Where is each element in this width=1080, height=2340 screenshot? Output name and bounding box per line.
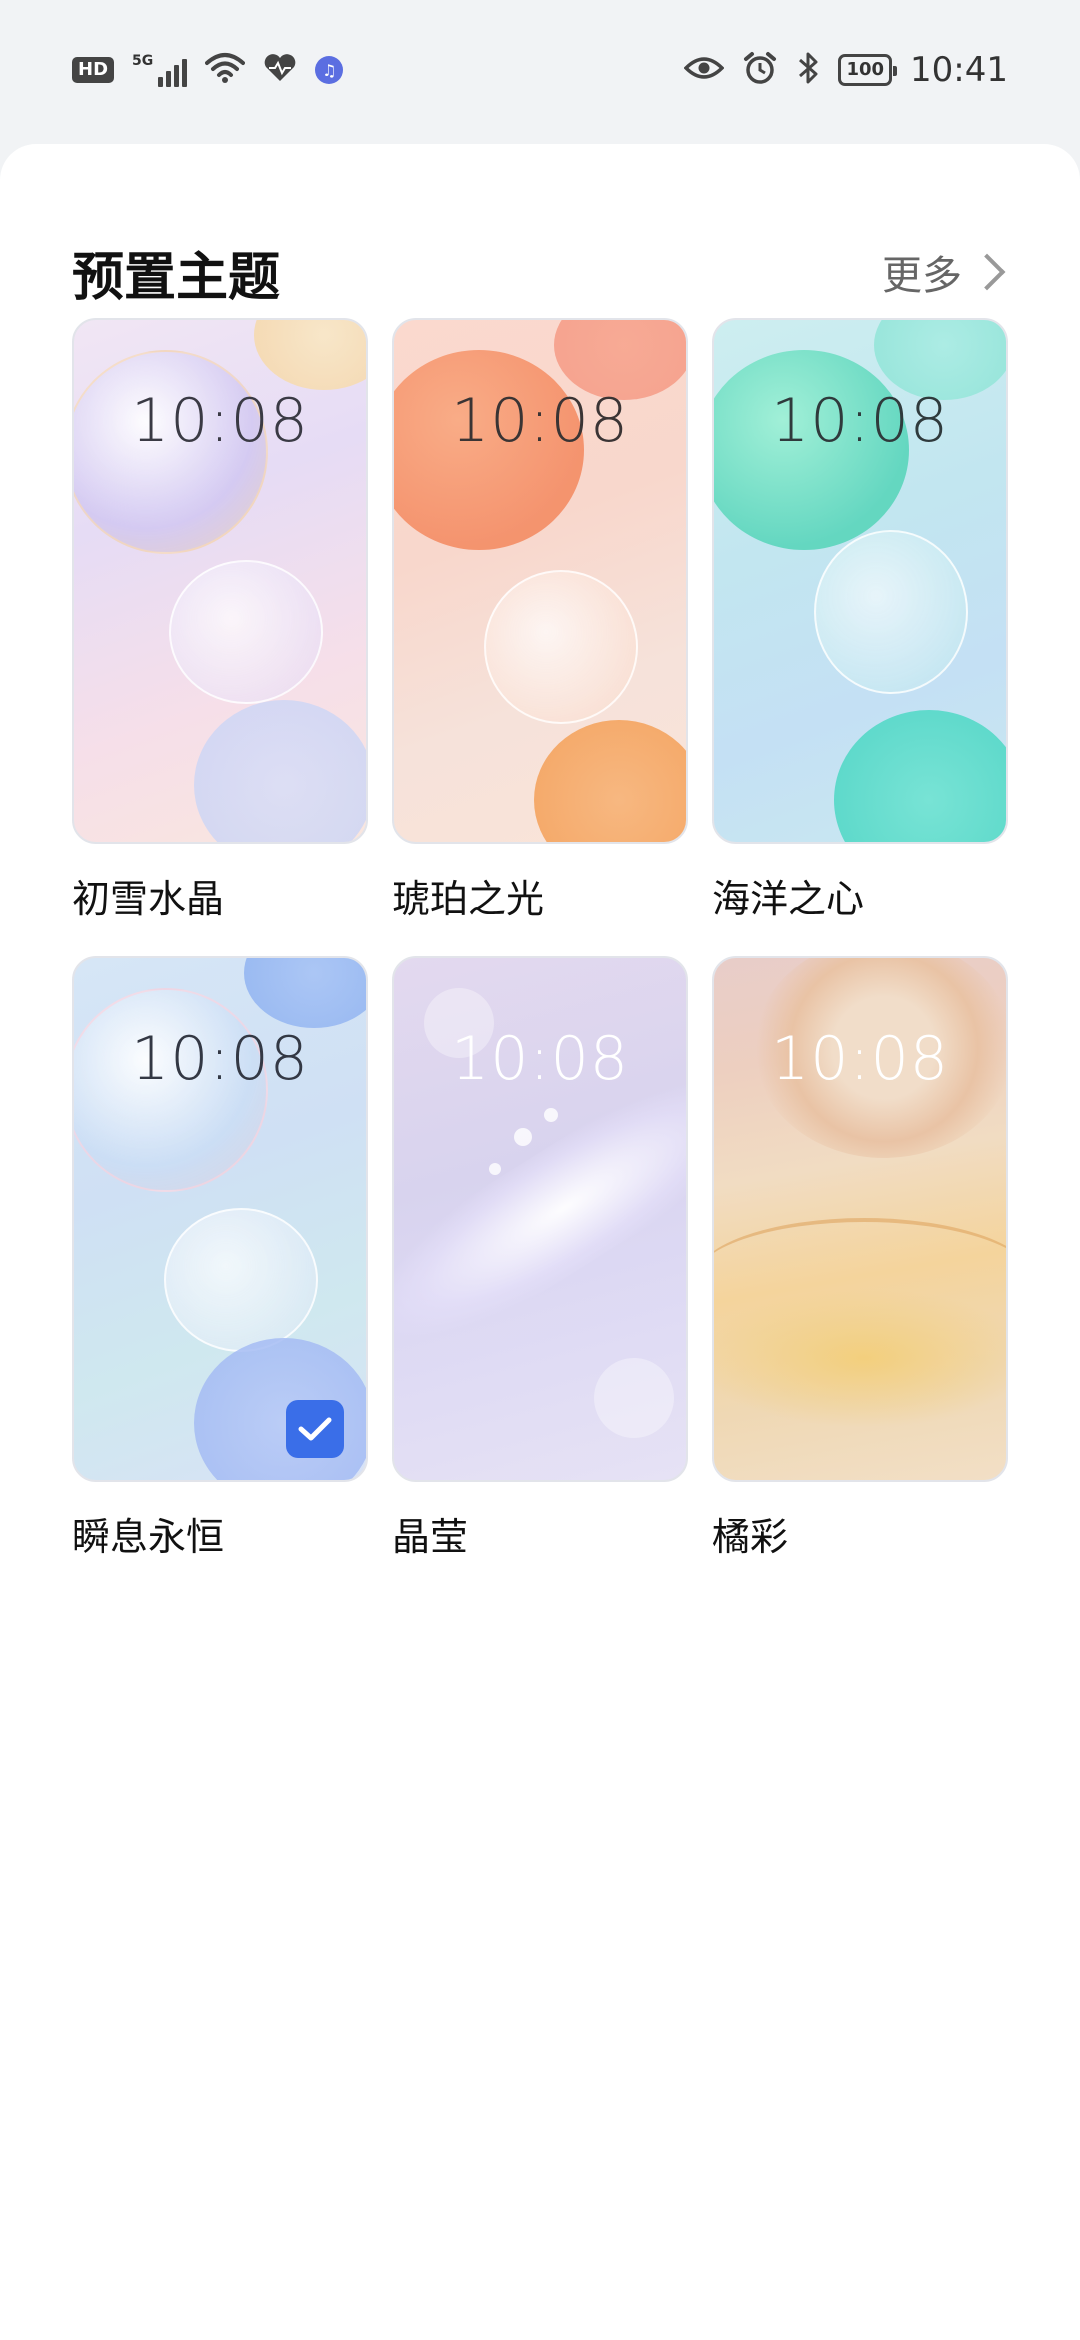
signal-icon: 5G	[132, 53, 188, 87]
more-button[interactable]: 更多	[882, 243, 1008, 301]
theme-preview-clock: 10:08	[771, 386, 949, 456]
section-header: 预置主题 更多	[72, 224, 1008, 320]
wifi-icon	[205, 51, 246, 89]
selected-checkbox[interactable]	[286, 1400, 344, 1458]
theme-preview-clock: 10:08	[131, 386, 309, 456]
theme-preview[interactable]: 10:08	[72, 318, 368, 844]
section-title: 预置主题	[72, 247, 281, 308]
theme-preview-clock: 10:08	[451, 1024, 629, 1094]
health-icon	[263, 53, 297, 87]
theme-preview[interactable]: 10:08	[712, 318, 1008, 844]
theme-name: 初雪水晶	[72, 877, 225, 921]
theme-name: 琥珀之光	[392, 877, 545, 921]
clock-time: 10:41	[910, 50, 1008, 90]
themes-sheet: 预置主题 更多 10:08 初雪水晶 10:08 琥珀之光 10:08 海洋之心…	[0, 144, 1080, 2340]
hd-badge-icon: HD	[72, 57, 115, 83]
status-bar: HD 5G ♫ 100 10:41	[0, 0, 1080, 140]
theme-preview-clock: 10:08	[771, 1024, 949, 1094]
theme-name: 海洋之心	[712, 877, 865, 921]
theme-card-amber-light[interactable]: 10:08 琥珀之光	[392, 318, 688, 924]
theme-preview-clock: 10:08	[131, 1024, 309, 1094]
theme-card-snow-crystal[interactable]: 10:08 初雪水晶	[72, 318, 368, 924]
chevron-right-icon	[968, 253, 1006, 291]
theme-card-orange-hues[interactable]: 10:08 橘彩	[712, 956, 1008, 1562]
status-left: HD 5G ♫	[72, 51, 344, 89]
theme-name: 瞬息永恒	[72, 1515, 225, 1559]
theme-preview[interactable]: 10:08	[712, 956, 1008, 1482]
theme-preview[interactable]: 10:08	[392, 956, 688, 1482]
music-icon: ♫	[315, 56, 344, 84]
theme-card-eternal-moment[interactable]: 10:08 瞬息永恒	[72, 956, 368, 1562]
theme-preview[interactable]: 10:08	[392, 318, 688, 844]
theme-preview-clock: 10:08	[451, 386, 629, 456]
alarm-icon	[742, 50, 778, 90]
theme-grid: 10:08 初雪水晶 10:08 琥珀之光 10:08 海洋之心 10:08 瞬…	[72, 318, 1008, 1562]
checkmark-icon	[298, 1417, 332, 1441]
theme-preview[interactable]: 10:08	[72, 956, 368, 1482]
theme-card-crystal-clear[interactable]: 10:08 晶莹	[392, 956, 688, 1562]
bluetooth-icon	[796, 50, 820, 90]
theme-name: 橘彩	[712, 1515, 789, 1559]
battery-icon: 100	[838, 54, 897, 86]
theme-card-ocean-heart[interactable]: 10:08 海洋之心	[712, 318, 1008, 924]
network-type-label: 5G	[132, 53, 154, 69]
more-label: 更多	[882, 253, 962, 299]
theme-name: 晶莹	[392, 1515, 469, 1559]
status-right: 100 10:41	[683, 50, 1008, 90]
eye-icon	[683, 54, 725, 86]
